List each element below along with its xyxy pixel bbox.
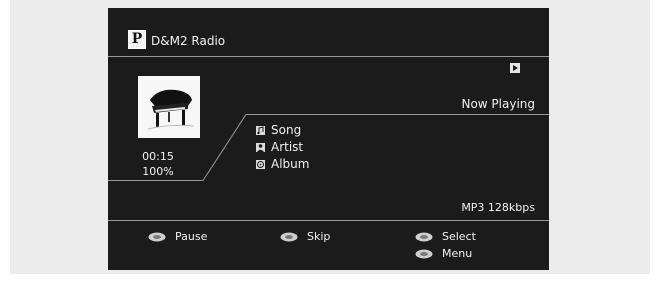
album-row: Album: [256, 157, 309, 171]
menu-control[interactable]: Menu: [415, 247, 472, 260]
source-logo-icon: P: [128, 30, 146, 49]
person-icon: [256, 142, 265, 152]
artist-label: Artist: [271, 140, 304, 154]
remote-button-icon: [148, 232, 166, 241]
skip-label: Skip: [307, 230, 331, 243]
remote-button-icon: [415, 232, 433, 241]
grand-piano-image: [138, 76, 200, 138]
song-label: Song: [271, 123, 302, 137]
play-icon: [510, 63, 520, 73]
artist-row: Artist: [256, 140, 303, 154]
station-name: D&M2 Radio: [151, 34, 226, 48]
pause-label: Pause: [175, 230, 208, 243]
audio-format: MP3 128kbps: [461, 201, 535, 214]
radio-screen: P D&M2 Radio Now Playing 00:15 100% Song: [108, 8, 549, 270]
elapsed-time: 00:15: [142, 150, 174, 163]
select-control[interactable]: Select: [415, 230, 476, 243]
album-art-image: [138, 76, 200, 138]
pause-control[interactable]: Pause: [148, 230, 207, 243]
song-row: Song: [256, 123, 301, 137]
remote-button-icon: [280, 232, 298, 241]
now-playing-label: Now Playing: [461, 97, 535, 111]
disc-icon: [256, 159, 265, 169]
remote-button-icon: [415, 249, 433, 258]
select-label: Select: [442, 230, 476, 243]
buffer-percent: 100%: [142, 165, 174, 178]
skip-control[interactable]: Skip: [280, 230, 330, 243]
menu-label: Menu: [442, 247, 473, 260]
album-label: Album: [271, 157, 310, 171]
music-note-icon: [256, 125, 265, 135]
